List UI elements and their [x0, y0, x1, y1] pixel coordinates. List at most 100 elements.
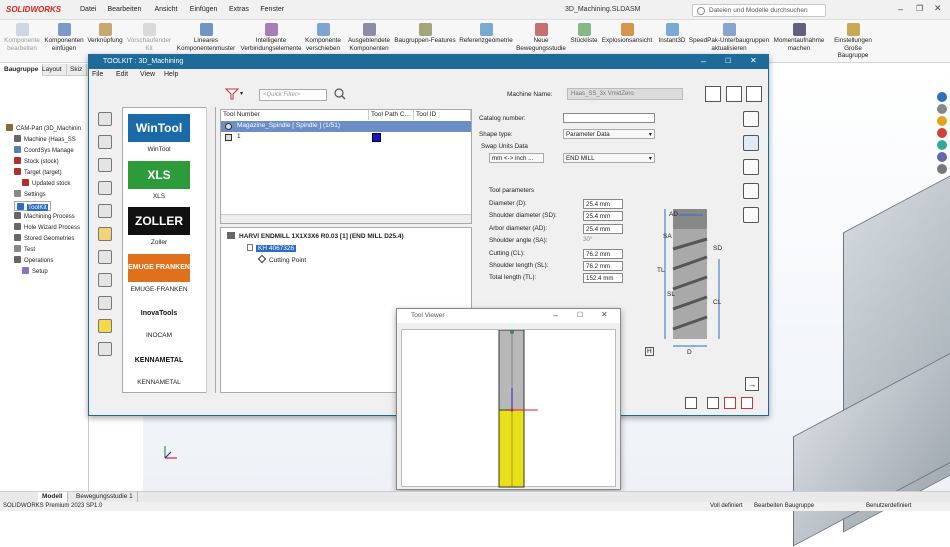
shape-type-select[interactable]: Parameter Data ▾ — [563, 129, 655, 139]
vendor-list-scrollbar[interactable] — [206, 107, 215, 393]
close-button[interactable]: ✕ — [934, 3, 942, 14]
menu-ansicht[interactable]: Ansicht — [155, 6, 178, 13]
ribbon-button-13[interactable]: Instant3D — [656, 20, 688, 45]
bottom-tab-1[interactable]: Bewegungsstudie 1 — [72, 492, 138, 502]
view-palette-icon[interactable] — [937, 128, 947, 138]
toolkit-title-bar[interactable]: TOOLKIT : 3D_Machining – ☐ ✕ — [89, 55, 768, 69]
toolkit-minimize-button[interactable]: – — [701, 56, 706, 66]
tool-tree-leaf[interactable]: Cutting Point — [257, 254, 306, 264]
drill-group-icon[interactable] — [98, 158, 112, 172]
grid-row[interactable]: Magazine_Spindle [ Spindle ] (1/51) — [221, 121, 471, 132]
grid-row[interactable]: 1 — [221, 132, 471, 143]
solidworks-logo[interactable]: SOLIDWORKS — [6, 5, 61, 14]
tree-item[interactable]: Settings — [14, 190, 46, 198]
quick-filter-select[interactable]: <Quick Filter> — [259, 89, 327, 101]
end-mill-icon[interactable] — [98, 112, 112, 126]
tool-holder-button[interactable] — [726, 86, 742, 102]
restore-button[interactable]: ❐ — [916, 4, 923, 13]
grid-header-0[interactable]: Tool Number — [221, 110, 369, 120]
ribbon-button-5[interactable]: Intelligente Verbindungselemente — [240, 20, 302, 52]
star-tool-icon[interactable] — [98, 319, 112, 333]
toolkit-menu-file[interactable]: File — [92, 71, 103, 78]
status-units[interactable]: Benutzerdefiniert — [866, 503, 911, 509]
grid-icon[interactable] — [98, 296, 112, 310]
toolkit-menu-view[interactable]: View — [140, 71, 155, 78]
ribbon-button-3[interactable]: Vorschaufender Kit — [126, 20, 172, 52]
back-arrow-icon[interactable] — [98, 342, 112, 356]
vendor-2[interactable]: ZOLLER Zoller — [128, 207, 190, 246]
tree-item[interactable]: Target (target) — [14, 168, 62, 176]
left-tab-0[interactable]: Baugruppe — [0, 64, 44, 76]
save-as-icon[interactable] — [724, 397, 736, 409]
custom-properties-icon[interactable] — [937, 152, 947, 162]
left-tab-2[interactable]: Skiz — [66, 64, 88, 76]
vendor-4[interactable]: InovaTools INOCAM — [128, 300, 190, 339]
resources-icon[interactable] — [937, 92, 947, 102]
filter-icon[interactable] — [224, 87, 240, 101]
ribbon-button-1[interactable]: Komponenten einfügen — [42, 20, 86, 52]
save-icon[interactable] — [707, 397, 719, 409]
menu-einfügen[interactable]: Einfügen — [190, 6, 218, 13]
tool-tree-child[interactable]: KH 4067326 — [247, 244, 297, 252]
filter-dropdown-arrow-icon[interactable]: ▾ — [240, 90, 243, 97]
delete-icon[interactable] — [741, 397, 753, 409]
ribbon-button-10[interactable]: Neue Bewegungsstudie — [516, 20, 566, 52]
ribbon-button-7[interactable]: Ausgeblendete Komponenten — [346, 20, 392, 52]
ribbon-button-9[interactable]: Referenzgeometrie — [458, 20, 514, 45]
forward-arrow-icon[interactable]: → — [745, 377, 759, 391]
vendor-3[interactable]: EMUGE FRANKEN EMUGE-FRANKEN — [128, 253, 190, 293]
toolkit-menu-help[interactable]: Help — [164, 71, 178, 78]
pick-tool-icon[interactable] — [743, 111, 759, 127]
solidworks-forum-icon[interactable] — [937, 164, 947, 174]
appearances-icon[interactable] — [937, 140, 947, 150]
tool-table-icon[interactable] — [743, 183, 759, 199]
param-value-field[interactable]: 25.4 mm — [583, 211, 623, 222]
grid-horizontal-scrollbar[interactable] — [221, 214, 471, 223]
tree-item[interactable]: Operations — [14, 256, 53, 264]
tree-item[interactable]: Machine (Haas_SS — [14, 135, 76, 143]
ribbon-button-16[interactable]: Einstellungen Große Baugruppe — [830, 20, 876, 60]
ribbon-button-8[interactable]: Baugruppen-Features — [394, 20, 456, 45]
tree-item[interactable]: Stored Geometries — [14, 234, 74, 242]
tree-item[interactable]: Setup — [22, 267, 48, 275]
menu-datei[interactable]: Datei — [80, 6, 96, 13]
magazine-icon[interactable] — [98, 204, 112, 218]
download-icon[interactable] — [98, 227, 112, 241]
tool-list-icon[interactable] — [98, 250, 112, 264]
catalog-number-input[interactable] — [563, 113, 655, 123]
tool-tree-root[interactable]: HARVI ENDMILL 1X1X3X6 R0.03 [1] (END MIL… — [227, 232, 404, 240]
tap-icon[interactable] — [98, 135, 112, 149]
vendor-0[interactable]: WinTool WinTool — [128, 114, 190, 153]
param-value-field[interactable]: 76.2 mm — [583, 261, 623, 271]
swap-units-button[interactable]: mm <-> inch ... — [489, 153, 544, 163]
tool-edit-icon[interactable] — [743, 135, 759, 151]
tool-type-select[interactable]: END MILL ▾ — [563, 153, 655, 163]
toolkit-menu-edit[interactable]: Edit — [116, 71, 128, 78]
tool-path-color-swatch[interactable] — [372, 133, 381, 142]
tree-item[interactable]: Updated stock — [22, 179, 70, 187]
grid-header-1[interactable]: Tool Path C... — [369, 110, 414, 120]
tree-item[interactable]: CAM-Part (3D_Machinin — [6, 124, 81, 132]
menu-fenster[interactable]: Fenster — [260, 6, 284, 13]
toolkit-close-button[interactable]: ✕ — [750, 56, 757, 65]
ribbon-button-4[interactable]: Lineares Komponentenmuster — [174, 20, 238, 52]
toolkit-maximize-button[interactable]: ☐ — [725, 57, 731, 65]
tree-item[interactable]: ToolKit — [14, 201, 51, 211]
cursor-select-button[interactable] — [746, 86, 762, 102]
tool-report-icon[interactable] — [743, 207, 759, 223]
vendor-1[interactable]: XLS XLS — [128, 160, 190, 200]
param-value-field[interactable]: 25.4 mm — [583, 199, 623, 209]
param-value-field[interactable]: 152.4 mm — [583, 273, 623, 284]
bottom-tab-0[interactable]: Modell — [38, 492, 68, 502]
ribbon-button-11[interactable]: Stückliste — [568, 20, 600, 45]
grid-header-2[interactable]: Tool ID — [414, 110, 471, 120]
minimize-button[interactable]: – — [898, 4, 903, 14]
tool-viewer-title-bar[interactable]: Tool Viewer – ☐ ✕ — [397, 309, 620, 323]
preview-icon[interactable] — [98, 273, 112, 287]
ribbon-button-15[interactable]: Momentaufnahme machen — [770, 20, 828, 52]
ribbon-button-2[interactable]: Verknüpfung — [86, 20, 124, 45]
tree-item[interactable]: CoordSys Manage — [14, 146, 74, 154]
holder-icon[interactable] — [98, 181, 112, 195]
new-tool-icon[interactable] — [685, 397, 697, 409]
magnifier-icon[interactable] — [334, 88, 346, 100]
